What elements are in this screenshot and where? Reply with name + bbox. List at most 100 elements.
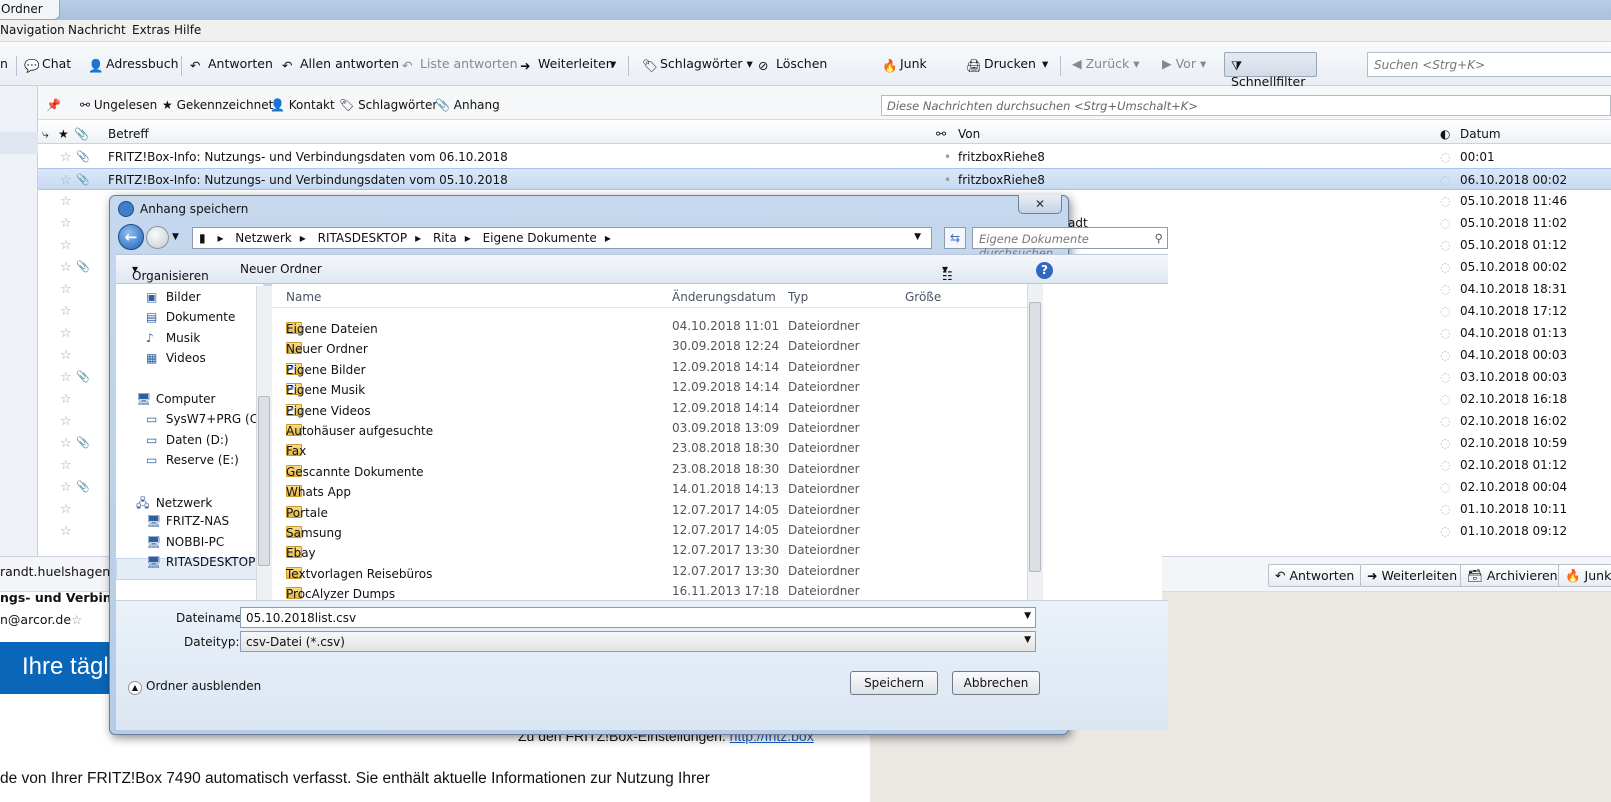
msg-junk-button[interactable]: 🔥 Junk: [1558, 564, 1611, 587]
filter-unread[interactable]: ⚯ Ungelesen: [80, 98, 157, 112]
delete-button[interactable]: ⊘ Löschen: [758, 56, 827, 73]
star-icon[interactable]: ☆: [60, 370, 72, 385]
nav-item[interactable]: ▭ SysW7+PRG (C:): [146, 412, 267, 426]
read-dot-icon[interactable]: •: [944, 173, 951, 187]
star-icon[interactable]: ☆: [60, 304, 72, 319]
nav-item[interactable]: 🖥 Computer: [136, 392, 215, 406]
star-column-icon[interactable]: ★: [58, 127, 69, 141]
menu-extras[interactable]: Extras: [132, 23, 170, 37]
file-row[interactable]: Eigene Bilder 12.09.2018 14:14 Dateiordner: [272, 357, 1022, 377]
new-folder-button[interactable]: Neuer Ordner: [240, 262, 322, 276]
tab-folder[interactable]: Ordner: [0, 0, 60, 20]
column-date[interactable]: Datum: [1460, 127, 1501, 141]
star-icon[interactable]: ☆: [60, 216, 72, 231]
filetype-select[interactable]: csv-Datei (*.csv) ▼: [240, 631, 1036, 652]
file-row[interactable]: Eigene Dateien 04.10.2018 11:01 Dateiordne…: [272, 316, 1022, 336]
toolbar-button-n[interactable]: n: [0, 56, 8, 71]
chat-button[interactable]: 💬 Chat: [24, 56, 71, 73]
reply-all-button[interactable]: ↶ Allen antworten: [282, 56, 399, 73]
column-type[interactable]: Typ: [788, 290, 808, 304]
read-column-icon[interactable]: ⚯: [936, 127, 946, 141]
menu-navigation[interactable]: Navigation: [0, 23, 65, 37]
star-icon[interactable]: ☆: [60, 150, 72, 165]
read-dot-icon[interactable]: •: [944, 150, 951, 164]
column-modified[interactable]: Änderungsdatum: [672, 290, 776, 304]
filter-tags[interactable]: 🏷 Schlagwörter: [339, 98, 437, 112]
navigation-scrollbar[interactable]: [256, 286, 272, 600]
file-row[interactable]: Samsung 12.07.2017 14:05 Dateiordner: [272, 520, 1022, 540]
back-button[interactable]: ◀ Zurück ▾: [1072, 56, 1140, 71]
breadcrumb-chevron-icon[interactable]: ▸: [415, 231, 421, 245]
menu-nachricht[interactable]: Nachricht: [68, 23, 126, 37]
star-icon[interactable]: ☆: [60, 524, 72, 539]
msg-archive-button[interactable]: 🗃 Archivieren: [1460, 564, 1565, 587]
breadcrumb-netzwerk[interactable]: Netzwerk: [235, 231, 291, 245]
nav-item[interactable]: ▭ Reserve (E:): [146, 453, 239, 467]
file-row[interactable]: ProcAlyzer Dumps 16.11.2013 17:18 Dateiord…: [272, 581, 1022, 601]
breadcrumb-eigene-dokumente[interactable]: Eigene Dokumente: [483, 231, 597, 245]
breadcrumb-chevron-icon[interactable]: ▸: [300, 231, 306, 245]
nav-item[interactable]: ▤ Dokumente: [146, 310, 235, 324]
quickfilter-button[interactable]: ⧩ Schnellfilter: [1224, 52, 1317, 89]
thread-column-icon[interactable]: ⤷: [42, 127, 49, 142]
forward-dropdown[interactable]: ▾: [610, 56, 616, 71]
filter-starred[interactable]: ★ Gekennzeichnet: [162, 98, 273, 112]
folder-search-input[interactable]: Eigene Dokumente durchsuchen ⚲: [972, 227, 1168, 260]
filename-input[interactable]: 05.10.2018list.csv ▼: [240, 607, 1036, 628]
print-dropdown[interactable]: ▾: [1042, 56, 1048, 71]
breadcrumb-ritasdesktop[interactable]: RITASDESKTOP: [318, 231, 408, 245]
breadcrumb-rita[interactable]: Rita: [433, 231, 457, 245]
filter-contact[interactable]: 👤 Kontakt: [270, 98, 335, 112]
quickfilter-search-input[interactable]: Diese Nachrichten durchsuchen <Strg+Umsc…: [881, 95, 1611, 116]
file-row[interactable]: Whats App 14.01.2018 14:13 Dateiordner: [272, 479, 1022, 499]
nav-item[interactable]: 🖥 NOBBI-PC: [146, 535, 224, 549]
file-list-scroll-thumb[interactable]: [1029, 302, 1041, 572]
column-size[interactable]: Größe: [905, 290, 941, 304]
star-icon[interactable]: ☆: [60, 326, 72, 341]
file-row[interactable]: Textvorlagen Reisebüros 12.07.2017 13:30 D…: [272, 561, 1022, 581]
file-list-scrollbar[interactable]: [1027, 284, 1043, 600]
forward-nav-button[interactable]: ▶ Vor ▾: [1162, 56, 1206, 71]
file-row[interactable]: Eigene Musik 12.09.2018 14:14 Dateiordner: [272, 377, 1022, 397]
msg-forward-button[interactable]: ➜ Weiterleiten: [1360, 564, 1465, 587]
hide-folders-button[interactable]: ▲ Ordner ausblenden: [128, 679, 261, 695]
message-row[interactable]: ☆ 📎 FRITZ!Box-Info: Nutzungs- und Verbindu…: [38, 168, 1611, 190]
nav-item[interactable]: 🖧 Netzwerk: [136, 494, 212, 515]
msg-to[interactable]: n@arcor.de☆: [0, 612, 82, 627]
star-icon[interactable]: ☆: [60, 436, 72, 451]
save-button[interactable]: Speichern: [850, 671, 938, 695]
star-icon[interactable]: ☆: [60, 238, 72, 253]
column-subject[interactable]: Betreff: [108, 127, 149, 141]
menu-hilfe[interactable]: Hilfe: [174, 23, 201, 37]
recent-locations-dropdown[interactable]: ▼: [172, 232, 179, 242]
column-name[interactable]: Name: [286, 290, 321, 304]
star-icon[interactable]: ☆: [60, 260, 72, 275]
file-row[interactable]: Neuer Ordner 30.09.2018 12:24 Dateiordner: [272, 336, 1022, 356]
nav-item[interactable]: ♪ Musik: [146, 331, 200, 345]
address-dropdown[interactable]: ▼: [914, 232, 921, 242]
file-row[interactable]: Fax 23.08.2018 18:30 Dateiordner: [272, 438, 1022, 458]
dialog-forward-button[interactable]: [146, 226, 169, 249]
breadcrumb-chevron-icon[interactable]: ▸: [465, 231, 471, 245]
chevron-down-icon[interactable]: ▼: [1024, 635, 1031, 645]
address-bar[interactable]: ▮ ▸ Netzwerk ▸ RITASDESKTOP ▸ Rita ▸ Eigene…: [192, 227, 932, 249]
star-icon[interactable]: ☆: [60, 194, 72, 209]
print-button[interactable]: 🖨 Drucken: [966, 56, 1036, 73]
breadcrumb-chevron-icon[interactable]: ▸: [605, 231, 611, 245]
filter-attachment[interactable]: 📎 Anhang: [435, 98, 500, 112]
attachment-column-icon[interactable]: 📎: [74, 127, 89, 141]
star-icon[interactable]: ☆: [60, 480, 72, 495]
file-row[interactable]: Portale 12.07.2017 14:05 Dateiordner: [272, 500, 1022, 520]
navigation-scroll-thumb[interactable]: [258, 396, 270, 566]
global-search-input[interactable]: Suchen <Strg+K>: [1367, 52, 1611, 77]
star-icon[interactable]: ☆: [60, 414, 72, 429]
help-icon[interactable]: ?: [1036, 262, 1053, 279]
tags-button[interactable]: 🏷 Schlagwörter ▾: [642, 56, 753, 73]
star-icon[interactable]: ☆: [60, 173, 72, 188]
dialog-close-button[interactable]: ✕: [1018, 195, 1062, 214]
forward-button[interactable]: ➜ Weiterleiten: [520, 56, 614, 73]
organize-button[interactable]: Organisieren ▾: [132, 262, 209, 283]
view-options-button[interactable]: ☷ ▾: [942, 262, 953, 283]
message-row[interactable]: ☆ 📎 FRITZ!Box-Info: Nutzungs- und Verbindu…: [38, 146, 1611, 168]
star-icon[interactable]: ☆: [60, 458, 72, 473]
